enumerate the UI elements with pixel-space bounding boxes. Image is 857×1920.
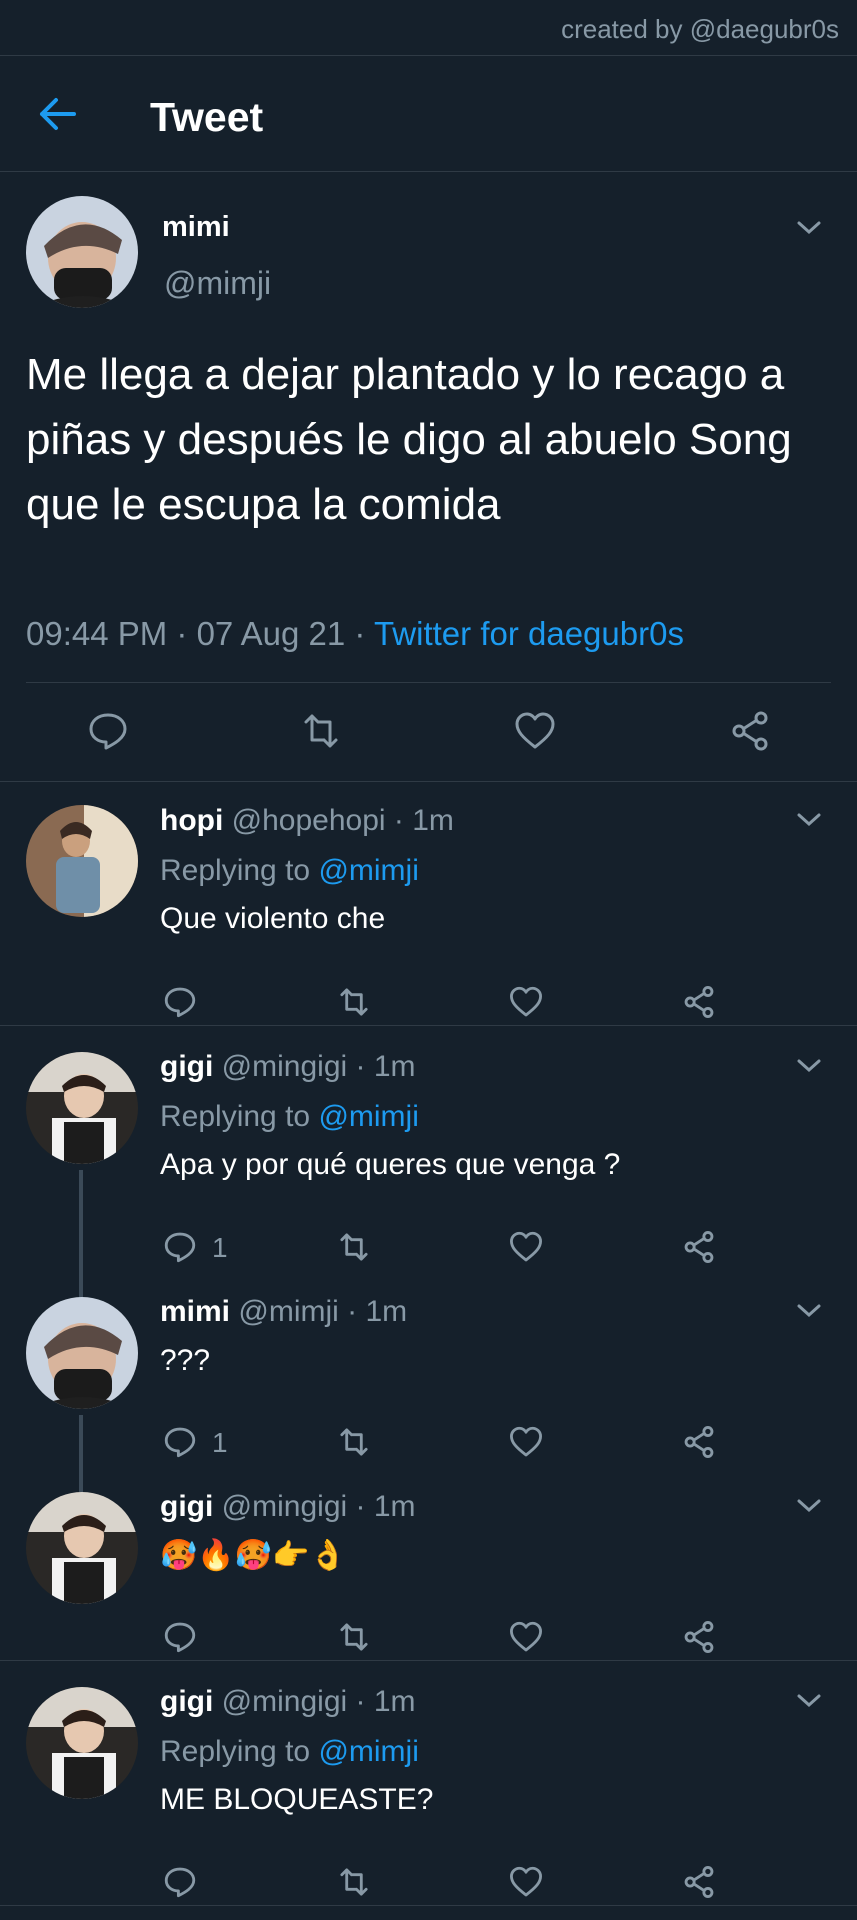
tweet-time: 09:44 PM (26, 615, 168, 652)
reply-name: hopi (160, 804, 224, 837)
reply-time: 1m (412, 804, 454, 837)
reply-handle: @mingigi (221, 1685, 348, 1718)
reply-name: gigi (160, 1490, 214, 1523)
reply-text: 🥵🔥🥵👉👌 (160, 1539, 347, 1572)
divider (26, 682, 831, 683)
reply-count: 1 (212, 1232, 228, 1263)
replying-to: Replying to @mimji (160, 854, 419, 888)
reply-count: 1 (212, 1427, 228, 1458)
reply-author[interactable]: hopi @hopehopi · 1m (160, 804, 454, 838)
divider (0, 1660, 857, 1661)
tweet-meta: 09:44 PM · 07 Aug 21 · Twitter for daegu… (26, 615, 684, 652)
chevron-down-icon[interactable] (796, 1058, 822, 1074)
reply-handle: @mingigi (221, 1050, 348, 1083)
tweet-text: Me llega a dejar plantado y lo recago a … (26, 350, 792, 529)
replying-label: Replying to (160, 1735, 311, 1768)
reply-time: 1m (365, 1295, 408, 1328)
replying-handle[interactable]: @mimji (318, 854, 418, 887)
retweet-icon[interactable] (337, 985, 371, 1019)
like-icon[interactable] (509, 1425, 543, 1459)
author-handle[interactable]: @mimji (164, 265, 271, 302)
reply-text: ME BLOQUEASTE? (160, 1783, 434, 1816)
chevron-down-icon[interactable] (796, 812, 822, 828)
like-icon[interactable] (509, 1620, 543, 1654)
tweet-source[interactable]: Twitter for daegubr0s (374, 615, 684, 652)
reply-name: mimi (160, 1295, 231, 1328)
replying-to: Replying to @mimji (160, 1735, 419, 1769)
reply-author[interactable]: gigi @mingigi · 1m (160, 1490, 416, 1524)
share-icon[interactable] (682, 985, 716, 1019)
reply-author[interactable]: mimi @mimji · 1m (160, 1295, 407, 1329)
retweet-icon[interactable] (300, 710, 342, 752)
reply-icon[interactable] (87, 710, 129, 752)
avatar[interactable] (26, 1052, 138, 1164)
share-icon[interactable] (682, 1425, 716, 1459)
avatar[interactable] (26, 1492, 138, 1604)
replying-label: Replying to (160, 1100, 311, 1133)
reply-text: Apa y por qué queres que venga ? (160, 1148, 621, 1181)
reply-time: 1m (373, 1490, 416, 1523)
avatar[interactable] (26, 1297, 138, 1409)
retweet-icon[interactable] (337, 1230, 371, 1264)
chevron-down-icon[interactable] (796, 1498, 822, 1514)
share-icon[interactable] (729, 710, 771, 752)
replying-label: Replying to (160, 854, 311, 887)
divider (0, 1905, 857, 1906)
avatar[interactable] (26, 196, 138, 308)
reply-handle: @hopehopi (231, 804, 386, 837)
retweet-icon[interactable] (337, 1865, 371, 1899)
reply-handle: @mimji (238, 1295, 339, 1328)
share-icon[interactable] (682, 1865, 716, 1899)
like-icon[interactable] (509, 985, 543, 1019)
reply-name: gigi (160, 1050, 214, 1083)
reply-icon[interactable] (163, 1425, 197, 1459)
reply-time: 1m (373, 1685, 416, 1718)
retweet-icon[interactable] (337, 1425, 371, 1459)
chevron-down-icon[interactable] (796, 1303, 822, 1319)
reply-author[interactable]: gigi @mingigi · 1m (160, 1050, 416, 1084)
like-icon[interactable] (509, 1230, 543, 1264)
author-name[interactable]: mimi (162, 211, 230, 244)
main-tweet: mimi @mimji Me llega a dejar plantado y … (0, 0, 857, 782)
replying-to: Replying to @mimji (160, 1100, 419, 1134)
reply-icon[interactable] (163, 1865, 197, 1899)
chevron-down-icon[interactable] (796, 1693, 822, 1709)
reply-handle: @mingigi (221, 1490, 348, 1523)
reply-icon[interactable] (163, 1230, 197, 1264)
replying-handle[interactable]: @mimji (318, 1735, 418, 1768)
avatar[interactable] (26, 1687, 138, 1799)
reply-name: gigi (160, 1685, 214, 1718)
reply-icon[interactable] (163, 985, 197, 1019)
chevron-down-icon[interactable] (796, 220, 822, 236)
reply-icon[interactable] (163, 1620, 197, 1654)
replies-list: hopi @hopehopi · 1m Replying to @mimji Q… (0, 782, 857, 1920)
reply-time: 1m (373, 1050, 416, 1083)
replying-handle[interactable]: @mimji (318, 1100, 418, 1133)
like-icon[interactable] (514, 710, 556, 752)
divider (0, 1025, 857, 1026)
reply-author[interactable]: gigi @mingigi · 1m (160, 1685, 416, 1719)
tweet-date: 07 Aug 21 (196, 615, 346, 652)
like-icon[interactable] (509, 1865, 543, 1899)
avatar[interactable] (26, 805, 138, 917)
share-icon[interactable] (682, 1230, 716, 1264)
reply-text: Que violento che (160, 902, 386, 935)
retweet-icon[interactable] (337, 1620, 371, 1654)
reply-text: ??? (160, 1344, 211, 1377)
share-icon[interactable] (682, 1620, 716, 1654)
